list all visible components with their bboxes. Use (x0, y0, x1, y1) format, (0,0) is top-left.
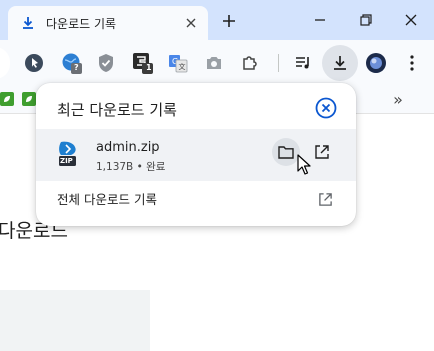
cursor-extension-icon[interactable] (22, 51, 46, 75)
show-in-folder-button[interactable] (272, 138, 300, 166)
dark-badge: 1 (146, 63, 152, 72)
open-file-button[interactable] (308, 138, 336, 166)
camera-extension-icon[interactable] (202, 51, 226, 75)
active-tab[interactable]: 다운로드 기록 (8, 6, 208, 40)
open-all-downloads-button[interactable] (314, 188, 336, 210)
bookmark-leaf-icon[interactable] (22, 92, 36, 106)
zip-file-icon: ZIP (56, 140, 82, 168)
translate-extension-icon[interactable]: G文 (166, 51, 190, 75)
download-button[interactable] (322, 45, 358, 81)
address-bar[interactable] (0, 47, 10, 79)
open-external-icon (314, 144, 330, 160)
new-tab-button[interactable] (218, 10, 240, 32)
media-control-icon[interactable] (292, 51, 316, 75)
file-name: admin.zip (96, 140, 160, 155)
open-external-icon (318, 192, 333, 207)
download-icon (331, 54, 349, 72)
shield-extension-icon[interactable] (94, 51, 118, 75)
restore-button[interactable] (352, 8, 380, 32)
folder-icon (278, 145, 294, 159)
dark-extension-icon[interactable]: 1 (131, 51, 155, 75)
download-icon (20, 15, 36, 31)
close-bubble-button[interactable] (315, 97, 337, 119)
globe-extension-icon[interactable]: ? (60, 51, 84, 75)
close-circle-icon (315, 97, 337, 119)
tab-close-icon[interactable] (182, 14, 200, 32)
globe-badge: ? (74, 63, 79, 72)
toolbar-separator (278, 54, 279, 72)
minimize-button[interactable] (306, 8, 334, 32)
profile-avatar-icon[interactable] (364, 51, 388, 75)
tab-title: 다운로드 기록 (46, 16, 117, 31)
menu-dots-icon[interactable] (400, 51, 424, 75)
toolbar: ? 1 G文 (0, 40, 434, 86)
svg-text:文: 文 (179, 62, 186, 71)
tab-strip: 다운로드 기록 (0, 0, 434, 40)
close-window-button[interactable] (397, 8, 425, 32)
bookmark-leaf-icon[interactable] (0, 92, 14, 106)
mouse-cursor-icon (297, 154, 311, 176)
file-type-label: ZIP (60, 157, 73, 165)
puzzle-extensions-icon[interactable] (238, 51, 262, 75)
bubble-title: 최근 다운로드 기록 (57, 101, 177, 119)
file-status: 1,137B • 완료 (96, 161, 166, 173)
bookmarks-more-button[interactable]: » (388, 89, 408, 109)
all-downloads-link[interactable]: 전체 다운로드 기록 (57, 189, 157, 208)
content-panel (0, 290, 150, 351)
